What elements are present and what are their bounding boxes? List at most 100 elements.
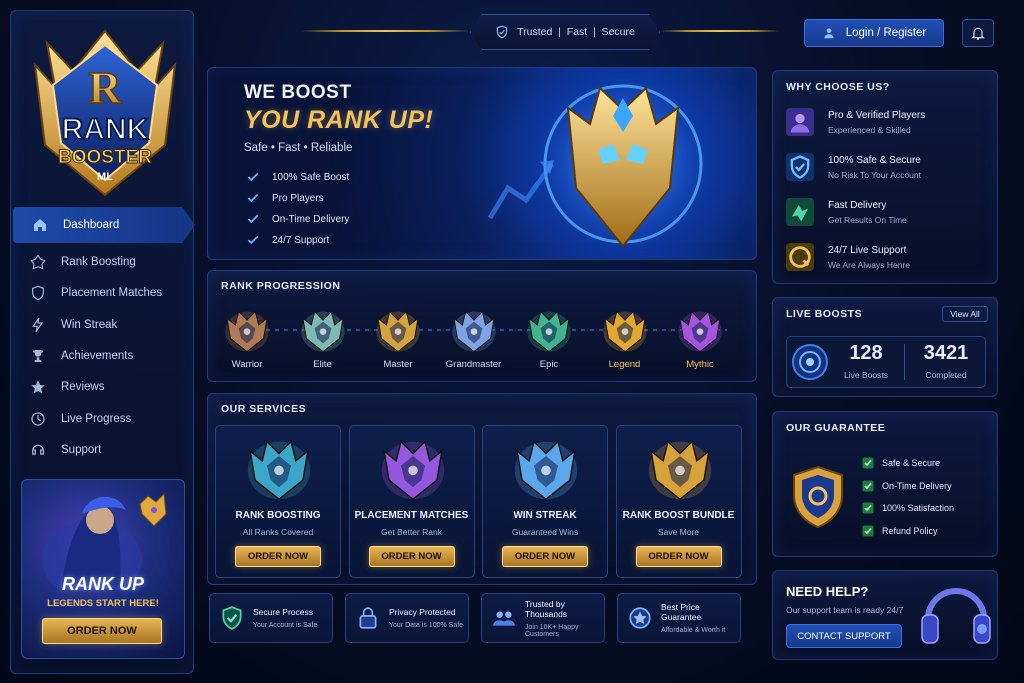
service-card[interactable]: PLACEMENT MATCHES Get Better Rank ORDER NO…	[348, 425, 475, 578]
bell-icon	[971, 27, 985, 41]
hero-check-label: 24/7 Support	[272, 234, 330, 246]
services-title: OUR SERVICES	[221, 403, 307, 415]
feature-subtitle: Your Data is 100% Safe	[389, 622, 464, 629]
hero-check-label: Pro Players	[272, 192, 324, 204]
sidebar-item-label: Support	[61, 444, 102, 456]
rank-icon	[29, 253, 47, 271]
shield-check-icon	[496, 25, 508, 39]
service-order-now-button[interactable]: ORDER NOW	[502, 546, 588, 567]
home-icon	[31, 216, 49, 234]
sidebar-item-reviews[interactable]: Reviews	[11, 372, 195, 402]
sidebar-item-label: Win Streak	[61, 319, 118, 331]
hero-heading-line1: WE BOOST	[244, 82, 352, 103]
streak-icon	[29, 316, 47, 334]
feature-title: Secure Process	[253, 607, 313, 617]
rank-label: Epic	[539, 359, 559, 370]
contact-support-button[interactable]: CONTACT SUPPORT	[786, 624, 902, 648]
sidebar-item-dashboard[interactable]: Dashboard	[13, 207, 195, 243]
help-subtitle: Our support team is ready 24/7	[786, 605, 904, 615]
hero-check-item: Pro Players	[246, 190, 324, 206]
completed-label: Completed	[925, 370, 967, 380]
check-circle-icon	[862, 502, 874, 514]
why-item-subtitle: We Are Always Henre	[828, 259, 911, 270]
feature-card: Privacy Protected Your Data is 100% Safe	[345, 593, 469, 643]
support-icon	[29, 441, 47, 459]
feature-card: Trusted by Thousands Join 10K+ Happy Cust…	[481, 593, 605, 643]
hero-check-label: 100% Safe Boost	[272, 171, 350, 183]
user-icon	[824, 28, 834, 39]
why-choose-title: WHY CHOOSE US?	[786, 81, 890, 93]
rank-badge-icon	[376, 310, 420, 353]
service-order-now-button[interactable]: ORDER NOW	[235, 546, 321, 567]
service-subtitle: Guaranteed Wins	[511, 527, 579, 537]
feature-title: Best Price Guarantee	[661, 602, 702, 622]
rank-badge-icon	[602, 310, 647, 353]
shield-check-icon	[222, 606, 242, 630]
service-title: RANK BOOST BUNDLE	[622, 510, 735, 521]
rank-progression-title: RANK PROGRESSION	[221, 280, 341, 292]
rank-up-promo-card[interactable]: RANK UP LEGENDS START HERE! ORDER NOW	[21, 479, 185, 659]
shield-icon	[786, 153, 814, 181]
feature-subtitle: Your Account is Safe	[253, 622, 318, 629]
logo-line-ml: ML	[97, 171, 113, 183]
guarantee-label: On-Time Delivery	[882, 480, 952, 491]
checkmark-icon	[247, 214, 259, 224]
help-title: NEED HELP?	[786, 584, 869, 599]
sidebar-item-label: Achievements	[61, 350, 134, 362]
hero-heading-line2: YOU RANK UP!	[244, 106, 434, 134]
sidebar-item-label: Rank Boosting	[61, 256, 136, 268]
shield-icon	[29, 284, 47, 302]
service-order-now-button[interactable]: ORDER NOW	[368, 546, 455, 567]
feature-subtitle: Affordable & Worth it	[661, 627, 726, 634]
login-register-label: Login / Register	[845, 27, 927, 39]
service-subtitle: Get Better Rank	[381, 527, 442, 537]
rank-label: Elite	[313, 359, 332, 370]
why-item: 24/7 Live Support We Are Always Henre	[786, 239, 910, 275]
why-item: Fast Delivery Get Results On Time	[786, 194, 907, 230]
rank-label: Warrior	[231, 359, 263, 370]
notification-bell-button[interactable]	[962, 19, 994, 47]
trust-badge-label: Trusted | Fast | Secure	[517, 26, 635, 38]
service-order-now-button[interactable]: ORDER NOW	[635, 546, 722, 567]
service-emblem-icon	[247, 440, 311, 501]
service-title: WIN STREAK	[513, 510, 577, 521]
sidebar-item-rank-boosting[interactable]: Rank Boosting	[11, 247, 195, 277]
target-icon	[792, 344, 828, 380]
feature-subtitle: Join 10K+ Happy Customers	[525, 623, 579, 638]
support-icon	[786, 243, 814, 271]
sidebar-item-placement-matches[interactable]: Placement Matches	[11, 278, 195, 308]
feature-card: Secure Process Your Account is Safe	[209, 593, 333, 643]
hero-check-item: On-Time Delivery	[246, 211, 349, 227]
sidebar-item-label: Dashboard	[63, 219, 120, 231]
sidebar-item-live-progress[interactable]: Live Progress	[11, 404, 195, 434]
hero-check-item: 24/7 Support	[246, 232, 329, 248]
rank-badge-icon	[451, 310, 496, 353]
users-icon	[493, 611, 515, 626]
guarantee-shield-icon	[793, 465, 843, 529]
service-card[interactable]: RANK BOOST BUNDLE Save More ORDER NOW	[615, 425, 742, 578]
service-card[interactable]: RANK BOOSTING All Ranks Covered ORDER NOW	[215, 425, 341, 578]
login-register-button[interactable]: Login / Register	[804, 19, 944, 47]
service-card[interactable]: WIN STREAK Guaranteed Wins ORDER NOW	[482, 425, 608, 578]
promo-order-now-button[interactable]: ORDER NOW	[42, 618, 162, 644]
sidebar-item-support[interactable]: Support	[11, 435, 195, 465]
why-item-subtitle: Experienced & Skilled	[828, 124, 911, 135]
sidebar-item-achievements[interactable]: Achievements	[11, 341, 195, 371]
why-item-title: 100% Safe & Secure	[828, 154, 921, 166]
badge-icon	[629, 607, 651, 629]
delivery-icon	[786, 198, 814, 226]
rank-badge-icon	[527, 310, 571, 353]
sidebar-item-label: Reviews	[61, 381, 105, 393]
rank-badge-icon	[678, 310, 722, 353]
rank-label: Mythic	[686, 359, 714, 370]
completed-count: 3421	[923, 342, 969, 364]
view-all-button[interactable]: View All	[942, 306, 988, 322]
guarantee-item: Refund Policy	[862, 524, 938, 538]
live-boosts-title: LIVE BOOSTS	[786, 308, 863, 320]
service-title: RANK BOOSTING	[235, 510, 321, 521]
rank-booster-logo[interactable]: R RANK BOOSTER ML	[25, 25, 185, 205]
stats-divider	[904, 344, 905, 380]
guarantee-label: Safe & Secure	[882, 458, 941, 468]
star-icon	[29, 378, 47, 396]
sidebar-item-win-streak[interactable]: Win Streak	[11, 310, 195, 340]
